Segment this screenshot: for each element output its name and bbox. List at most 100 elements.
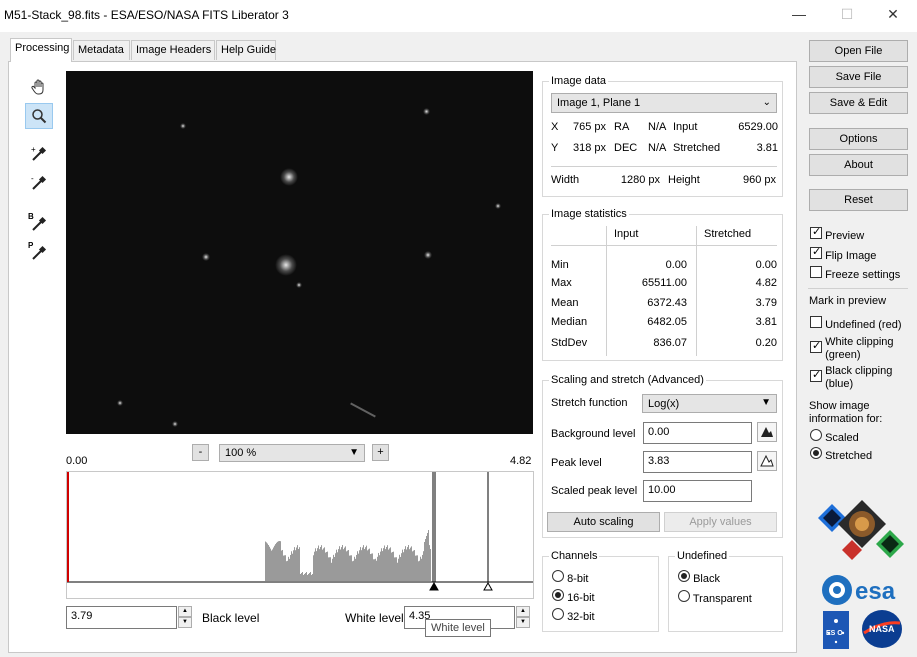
histogram-bar (361, 550, 362, 581)
black-picker-button[interactable]: B (25, 211, 53, 237)
black-level-input[interactable]: 3.79 (66, 606, 177, 629)
show-info-line1: Show image (809, 400, 870, 412)
background-level-input[interactable]: 0.00 (643, 422, 752, 444)
histogram-bar (428, 530, 429, 581)
tab-metadata[interactable]: Metadata (73, 40, 130, 60)
histogram-bar (273, 547, 274, 581)
stretched-radio[interactable]: Stretched (810, 447, 872, 462)
stats-row-stretched: 3.79 (755, 297, 777, 309)
white-level-spinner[interactable]: ▲ ▼ (516, 606, 530, 628)
histogram-bar (266, 542, 267, 581)
channel-32bit[interactable]: 32-bit (552, 608, 595, 623)
channel-8bit[interactable]: 8-bit (552, 570, 588, 585)
histogram-bar (328, 557, 329, 581)
stats-row-stretched: 0.20 (755, 337, 777, 349)
zoom-out-button[interactable]: - (192, 444, 209, 461)
save-file-button[interactable]: Save File (809, 66, 908, 88)
eso-logo: ES O (823, 611, 849, 649)
histogram-bar (422, 554, 423, 581)
histogram-bar (363, 545, 364, 581)
tab-help-guide[interactable]: Help Guide (216, 40, 276, 60)
histogram-bar (296, 547, 297, 581)
histogram-bar (340, 549, 341, 581)
black-clipping-label: Black clipping (825, 365, 893, 377)
stretch-function-select[interactable]: Log(x) ▼ (642, 394, 777, 413)
zoom-select[interactable]: 100 % ▼ (219, 444, 365, 462)
reset-button[interactable]: Reset (809, 189, 908, 211)
histogram-bar (430, 549, 431, 581)
channel-8bit-label: 8-bit (567, 573, 589, 585)
undefined-black[interactable]: Black (678, 570, 720, 585)
picker-add-button[interactable]: + (25, 141, 53, 167)
black-level-spinner[interactable]: ▲ ▼ (178, 606, 192, 628)
checkbox-icon (810, 266, 822, 278)
maximize-button[interactable]: ☐ (832, 6, 862, 26)
save-edit-button[interactable]: Save & Edit (809, 92, 908, 114)
close-button[interactable]: ✕ (878, 6, 908, 26)
histogram-bar (265, 541, 266, 581)
histogram-bar (372, 553, 373, 581)
histogram-bar (411, 546, 412, 581)
spin-down-icon[interactable]: ▼ (178, 617, 192, 628)
radio-icon (810, 429, 822, 441)
spin-down-icon[interactable]: ▼ (516, 617, 530, 628)
zoom-in-button[interactable]: + (372, 444, 389, 461)
histogram-bar (313, 555, 314, 581)
freeze-settings-checkbox[interactable]: Freeze settings (810, 266, 900, 281)
histogram-bar (309, 573, 310, 581)
spin-up-icon[interactable]: ▲ (516, 606, 530, 617)
radio-selected-icon (552, 589, 564, 601)
histogram-bar (312, 574, 313, 581)
scaled-radio[interactable]: Scaled (810, 429, 859, 444)
peak-picker-button-2[interactable] (757, 451, 777, 471)
hand-tool-button[interactable] (25, 74, 53, 100)
spin-up-icon[interactable]: ▲ (178, 606, 192, 617)
histogram-bar (343, 549, 344, 581)
histogram-bar (367, 550, 368, 581)
undefined-red-checkbox[interactable]: Undefined (red) (810, 316, 902, 331)
checkbox-checked-icon (810, 368, 822, 382)
background-picker-button[interactable] (757, 422, 777, 442)
tab-image-headers[interactable]: Image Headers (131, 40, 215, 60)
histogram-bar (310, 572, 311, 581)
black-clipping-checkbox[interactable]: Black clipping(blue) (810, 365, 892, 391)
histogram-bar (285, 555, 286, 581)
peak-level-input[interactable]: 3.83 (643, 451, 752, 473)
options-button[interactable]: Options (809, 128, 908, 150)
black-level-handle[interactable] (429, 581, 439, 591)
plane-select[interactable]: Image 1, Plane 1 ⌄ (551, 93, 777, 113)
white-clipping-checkbox[interactable]: White clipping(green) (810, 336, 894, 362)
stretched-value: 3.81 (756, 142, 778, 154)
histogram-bar (404, 549, 405, 581)
peak-picker-button[interactable]: P (25, 240, 53, 266)
histogram-bar (382, 551, 383, 581)
histogram-bar (385, 549, 386, 581)
about-button[interactable]: About (809, 154, 908, 176)
histogram-bar (413, 550, 414, 581)
white-level-handle[interactable] (483, 581, 493, 591)
show-info-label: Show image information for: (809, 400, 882, 426)
histogram[interactable] (66, 471, 534, 599)
eyedropper-minus-icon: - (31, 174, 47, 190)
channel-16bit[interactable]: 16-bit (552, 589, 595, 604)
open-file-button[interactable]: Open File (809, 40, 908, 62)
apply-values-button[interactable]: Apply values (664, 512, 777, 532)
white-clipping-label: White clipping (825, 336, 894, 348)
image-preview[interactable] (66, 71, 533, 434)
preview-checkbox[interactable]: Preview (810, 225, 864, 242)
auto-scaling-button[interactable]: Auto scaling (547, 512, 660, 532)
flip-image-checkbox[interactable]: Flip Image (810, 245, 876, 262)
minimize-button[interactable]: — (784, 6, 814, 26)
scaled-peak-input[interactable]: 10.00 (643, 480, 752, 502)
undefined-transparent[interactable]: Transparent (678, 590, 752, 605)
histogram-bar (370, 554, 371, 581)
tab-processing[interactable]: Processing (10, 38, 72, 62)
zoom-tool-button[interactable] (25, 103, 53, 129)
histogram-bar (290, 555, 291, 581)
chevron-down-icon: ⌄ (762, 97, 771, 108)
histogram-bar (307, 575, 308, 581)
histogram-bar (297, 545, 298, 581)
histogram-bar (365, 547, 366, 581)
picker-remove-button[interactable]: - (25, 170, 53, 196)
histogram-bar (369, 548, 370, 581)
